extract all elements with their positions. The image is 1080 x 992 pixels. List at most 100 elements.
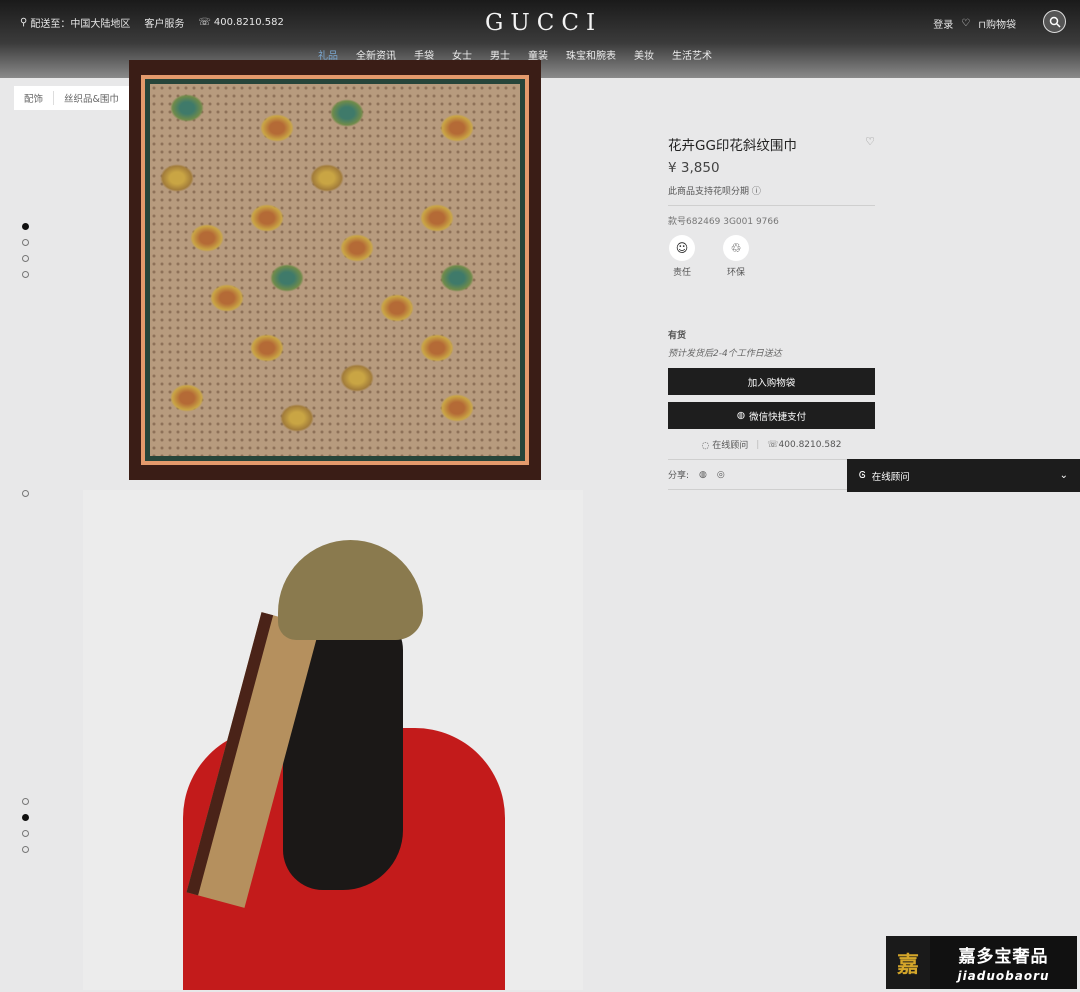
product-sku: 款号682469 3G001 9766 [668,217,779,227]
header-account-links: 登录 ♡ ⊓购物袋 [933,16,1016,31]
stock-status: 有货 [668,328,875,341]
gallery-dot-8[interactable] [22,830,29,837]
product-title: 花卉GG印花斜纹围巾 [668,138,797,154]
divider [668,205,875,206]
phone-link[interactable]: ☏ 400.8210.582 [198,17,284,28]
phone-icon: ☏ [767,439,779,450]
login-link[interactable]: 登录 [933,16,953,31]
flower-motif [440,264,474,292]
flower-motif [420,334,454,362]
flower-motif [310,164,344,192]
flower-motif [340,234,374,262]
product-image-scarf[interactable] [129,60,541,480]
divider [668,459,875,460]
badge-label: 环保 [726,268,745,278]
flower-motif [260,114,294,142]
flower-motif [190,224,224,252]
nav-item-beauty[interactable]: 美妆 [634,47,654,62]
flower-motif [440,394,474,422]
gallery-dot-5[interactable] [22,490,29,497]
favorite-heart-icon[interactable]: ♡ [865,135,875,148]
globe-face-icon: ☺ [669,235,695,261]
wechat-pay-button[interactable]: ◍ 微信快捷支付 [668,402,875,429]
nav-item-lifestyle[interactable]: 生活艺术 [672,47,712,62]
product-details-panel: 花卉GG印花斜纹围巾 ♡ ¥ 3,850 此商品支持花呗分期 ⓘ 款号68246… [668,130,875,498]
flower-motif [380,294,414,322]
phone-contact-link[interactable]: ☏400.8210.582 [767,440,841,450]
flower-motif [340,364,374,392]
product-price: ¥ 3,850 [668,160,720,176]
search-icon [1049,16,1061,28]
info-icon[interactable]: ⓘ [752,187,761,197]
share-row: 分享: ◍ ◎ [668,468,875,482]
chat-bar-label: 在线顾问 [871,471,910,483]
installment-info: 此商品支持花呗分期 ⓘ [668,184,875,197]
nav-item-jewelry-watches[interactable]: 珠宝和腕表 [566,47,616,62]
badge-row: ☺ 责任 ♲ 环保 [668,235,875,278]
gallery-dot-6[interactable] [22,798,29,805]
gallery-dot-9[interactable] [22,846,29,853]
location-pin-icon: ⚲ [20,17,28,28]
breadcrumb-silk-scarves[interactable]: 丝织品&围巾 [64,91,119,105]
shopping-bag-link[interactable]: ⊓购物袋 [978,16,1016,31]
gallery-dot-7[interactable] [22,814,29,821]
flower-motif [210,284,244,312]
phone-icon: ☏ [198,17,211,28]
product-image-model[interactable] [83,490,583,990]
flower-motif [420,204,454,232]
gallery-dot-4[interactable] [22,271,29,278]
online-advisor-chat-bar[interactable]: Ꮆ 在线顾问 ⌄ [847,459,1080,492]
brand-logo[interactable]: GUCCI [485,10,602,36]
gucci-gg-icon: Ꮆ [859,470,866,481]
search-button[interactable] [1043,10,1066,33]
contact-divider: | [756,439,760,450]
wishlist-heart-icon[interactable]: ♡ [961,18,970,29]
scarf-head-wrap [278,540,423,640]
stock-label: 有货 [668,331,687,341]
flower-motif [280,404,314,432]
divider [668,489,875,490]
ship-to-label: 配送至：中国大陆地区 [30,19,131,30]
wechat-share-icon[interactable]: ◍ [699,470,707,480]
breadcrumb-divider [53,91,55,105]
scarf-gg-pattern [150,84,520,456]
watermark: 嘉 嘉多宝奢品 jiaduobaoru [886,936,1077,989]
weibo-share-icon[interactable]: ◎ [717,470,725,480]
flower-motif [170,94,204,122]
delivery-estimate: 预计发货后2-4个工作日送达 [668,349,782,359]
breadcrumb: 配饰 丝织品&围巾 [14,86,129,110]
phone-contact-number: 400.8210.582 [778,439,842,450]
gallery-dot-2[interactable] [22,239,29,246]
badge-responsibility[interactable]: ☺ 责任 [668,235,696,278]
watermark-text: 嘉多宝奢品 jiaduobaoru [930,942,1077,983]
customer-service-link[interactable]: 客户服务 [144,15,184,30]
add-to-bag-label: 加入购物袋 [747,377,796,389]
chevron-down-icon[interactable]: ⌄ [1060,470,1068,481]
ship-to-link[interactable]: ⚲ 配送至：中国大陆地区 [20,15,130,30]
flower-motif [250,204,284,232]
gallery-dot-1[interactable] [22,223,29,230]
share-label: 分享: [668,471,690,481]
online-advisor-link[interactable]: ◌ 在线顾问 [701,438,748,451]
shopping-bag-label: 购物袋 [986,20,1016,31]
flower-motif [440,114,474,142]
bag-icon: ⊓ [978,20,986,31]
wechat-pay-label: 微信快捷支付 [749,411,807,423]
flower-motif [170,384,204,412]
contact-row: ◌ 在线顾问 | ☏400.8210.582 [668,438,875,452]
flower-motif [250,334,284,362]
header-utility-links: ⚲ 配送至：中国大陆地区 客户服务 ☏ 400.8210.582 [20,15,284,30]
phone-number: 400.8210.582 [213,17,284,28]
watermark-en: jiaduobaoru [957,969,1050,983]
gallery-dot-3[interactable] [22,255,29,262]
breadcrumb-accessories[interactable]: 配饰 [24,91,43,105]
badge-eco[interactable]: ♲ 环保 [722,235,750,278]
scarf-border [141,75,529,465]
add-to-bag-button[interactable]: 加入购物袋 [668,368,875,395]
installment-text: 此商品支持花呗分期 [668,187,750,197]
wechat-icon: ◍ [736,410,746,421]
eco-icon: ♲ [723,235,749,261]
watermark-cn: 嘉多宝奢品 [958,947,1049,967]
badge-label: 责任 [672,268,691,278]
online-advisor-label: 在线顾问 [712,441,749,451]
